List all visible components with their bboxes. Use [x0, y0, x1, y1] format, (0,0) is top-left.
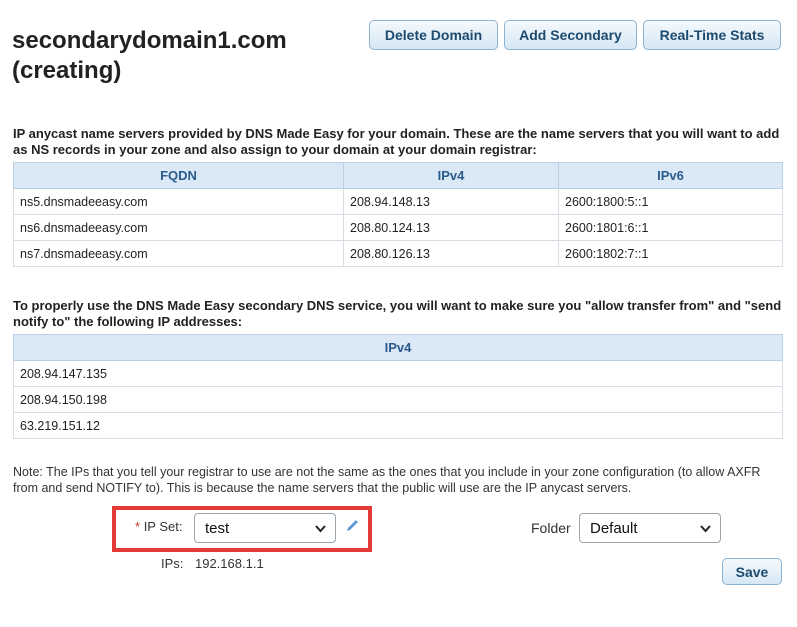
ipv6-cell: 2600:1802:7::1	[558, 240, 783, 267]
table-row: 208.94.147.135	[13, 360, 783, 387]
note-text: Note: The IPs that you tell your registr…	[13, 465, 761, 495]
column-header-ipv4: IPv4	[343, 162, 559, 189]
column-header-ipv6: IPv6	[558, 162, 783, 189]
ipv4-cell: 208.80.126.13	[343, 240, 559, 267]
realtime-stats-button[interactable]: Real-Time Stats	[643, 20, 781, 50]
transfer-intro: To properly use the DNS Made Easy second…	[13, 298, 782, 329]
ipv4-cell: 208.80.124.13	[343, 214, 559, 241]
page-title: secondarydomain1.com (creating)	[12, 26, 352, 86]
ipv4-cell: 63.219.151.12	[13, 412, 783, 439]
table-row: ns7.dnsmadeeasy.com 208.80.126.13 2600:1…	[13, 240, 783, 267]
folder-selected-value: Default	[590, 519, 638, 537]
pencil-icon[interactable]	[345, 519, 359, 533]
ipset-selected-value: test	[205, 519, 230, 537]
domain-name: secondarydomain1.com	[12, 27, 287, 54]
transfer-ip-table: IPv4 208.94.147.135 208.94.150.198 63.21…	[13, 334, 783, 439]
fqdn-cell: ns6.dnsmadeeasy.com	[13, 214, 344, 241]
ipv4-cell: 208.94.147.135	[13, 360, 783, 387]
table-row: 208.94.150.198	[13, 386, 783, 413]
table-row: ns5.dnsmadeeasy.com 208.94.148.13 2600:1…	[13, 188, 783, 215]
table-header-row: FQDN IPv4 IPv6	[13, 162, 783, 189]
ipv6-cell: 2600:1800:5::1	[558, 188, 783, 215]
nameservers-intro: IP anycast name servers provided by DNS …	[13, 126, 780, 157]
chevron-down-icon	[700, 525, 711, 533]
domain-status: (creating)	[12, 57, 122, 84]
ipset-label-text: IP Set:	[143, 519, 183, 534]
column-header-fqdn: FQDN	[13, 162, 344, 189]
column-header-ipv4: IPv4	[13, 334, 783, 361]
ips-label: IPs:	[161, 556, 184, 571]
nameservers-table: FQDN IPv4 IPv6 ns5.dnsmadeeasy.com 208.9…	[13, 162, 783, 267]
ipv4-cell: 208.94.150.198	[13, 386, 783, 413]
table-row: ns6.dnsmadeeasy.com 208.80.124.13 2600:1…	[13, 214, 783, 241]
delete-domain-button[interactable]: Delete Domain	[369, 20, 498, 50]
table-header-row: IPv4	[13, 334, 783, 361]
ipset-select[interactable]: test	[194, 513, 336, 543]
folder-label: Folder	[531, 520, 571, 536]
ips-value: 192.168.1.1	[195, 556, 264, 571]
fqdn-cell: ns5.dnsmadeeasy.com	[13, 188, 344, 215]
table-row: 63.219.151.12	[13, 412, 783, 439]
ipv6-cell: 2600:1801:6::1	[558, 214, 783, 241]
required-marker: *	[135, 519, 141, 534]
add-secondary-button[interactable]: Add Secondary	[504, 20, 637, 50]
save-button[interactable]: Save	[722, 558, 782, 585]
fqdn-cell: ns7.dnsmadeeasy.com	[13, 240, 344, 267]
folder-select[interactable]: Default	[579, 513, 721, 543]
ipv4-cell: 208.94.148.13	[343, 188, 559, 215]
ipset-label: * IP Set:	[135, 519, 182, 534]
chevron-down-icon	[315, 525, 326, 533]
